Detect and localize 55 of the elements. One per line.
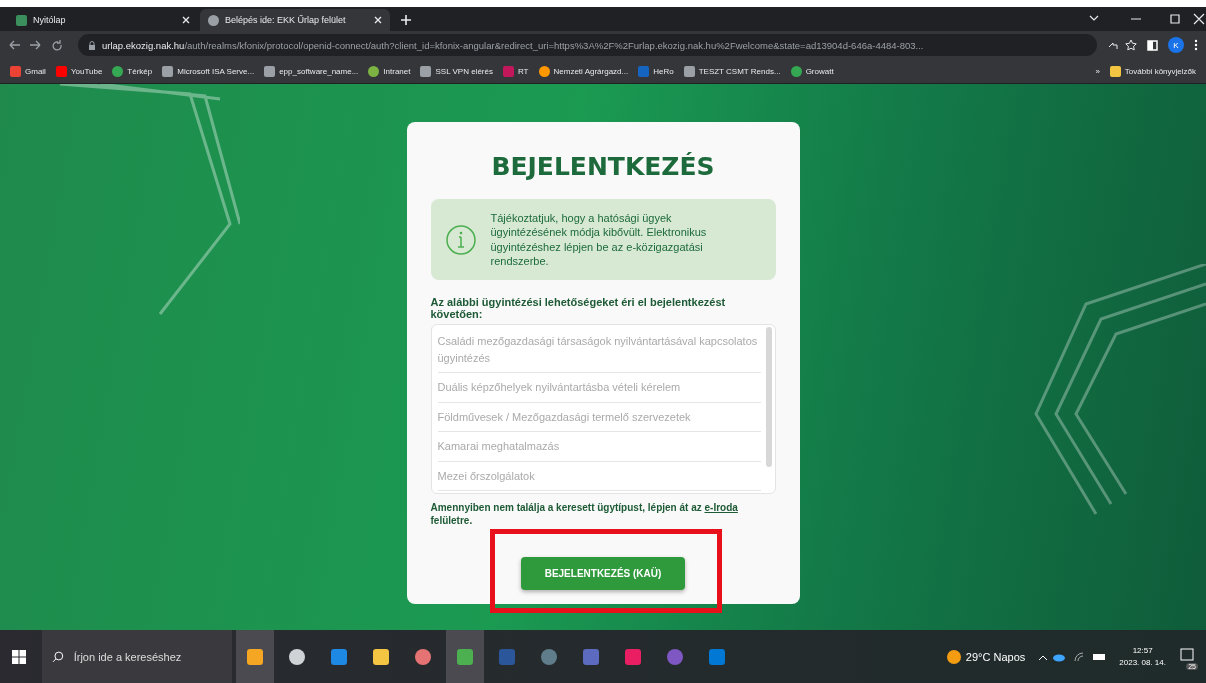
menu-icon[interactable]	[1194, 39, 1198, 51]
bookmark[interactable]: Intranet	[368, 65, 411, 77]
other-bookmarks[interactable]: További könyvjelzők	[1109, 65, 1196, 77]
redirect-text: Amennyiben nem találja a keresett ügytípust, lépjen át az e-Iroda felületre.	[430, 502, 739, 528]
clock-time: 12:57	[1132, 646, 1153, 655]
bookmark[interactable]: SSL VPN elérés	[420, 65, 493, 77]
clock-date: 2023. 08. 14.	[1119, 658, 1166, 667]
bookmark[interactable]: epp_software_name...	[264, 65, 359, 77]
weather-text: 29°C Napos	[965, 650, 1026, 663]
search-icon	[52, 650, 64, 663]
bookmark[interactable]: TESZT CSMT Rends...	[683, 65, 781, 77]
bookmark[interactable]: Nemzeti Agrárgazd...	[538, 65, 629, 77]
browser-tab[interactable]: Nyitólap	[8, 9, 198, 31]
bookmark[interactable]: Microsoft ISA Serve...	[162, 65, 255, 77]
login-button[interactable]: BEJELENTKEZÉS (KAÜ)	[520, 557, 686, 591]
bookmark-icon	[538, 65, 550, 77]
bookmark[interactable]: Térkép	[112, 65, 153, 77]
bookmark-icon	[420, 65, 432, 77]
bookmark-icon	[55, 65, 67, 77]
bookmark-icon	[503, 65, 514, 77]
search-field[interactable]: Írjon ide a kereséshez	[71, 649, 222, 664]
bookmark[interactable]: HeRo	[638, 65, 674, 77]
e-iroda-link[interactable]: e-Iroda	[704, 502, 738, 514]
site-logo-icon	[16, 14, 27, 26]
address-bar[interactable]: urlap.ekozig.nak.hu/auth/realms/kfonix/protocol/openid-connect/auth?client_id=kfonix-angular&redirect_uri=https%3A%2F%2Furlap.ekozig.nak.hu%2Fwelcome&state=ad13904d-646a-4484-803...	[78, 34, 1097, 56]
services-label: Az alábbi ügyintézési lehetőségeket éri el bejelentkezést követően:	[430, 296, 727, 321]
more-bookmarks[interactable]: »	[1095, 66, 1100, 76]
bookmark[interactable]: Growatt	[790, 65, 834, 77]
bookmark-icon	[638, 65, 650, 77]
scrollbar-thumb[interactable]	[765, 327, 772, 468]
login-title: BEJELENTKEZÉS	[490, 152, 716, 181]
info-icon	[444, 223, 477, 256]
bookmark-icon	[112, 65, 124, 77]
bookmark-icon	[162, 65, 174, 77]
close-icon[interactable]	[374, 16, 382, 24]
sun-icon	[945, 648, 962, 665]
profile-avatar[interactable]: K	[1168, 37, 1184, 53]
bookmark-icon	[368, 65, 380, 77]
bookmark-icon	[683, 65, 695, 77]
lock-icon	[88, 40, 96, 50]
system-tray-icons[interactable]	[1037, 650, 1108, 663]
bookmark[interactable]: Gmail	[10, 65, 46, 77]
bookmark[interactable]: RT	[503, 65, 529, 77]
new-tab-icon[interactable]	[400, 14, 412, 26]
info-text: Tájékoztatjuk, hogy a hatósági ügyek ügyintézésének módja kibővült. Elektronikus ügyintézéshez lépjen be az e-közigazgatási rendszerbe.	[490, 211, 708, 269]
globe-icon	[208, 14, 219, 26]
bookmark-icon	[264, 65, 276, 77]
close-icon[interactable]	[182, 16, 190, 24]
bookmark-icon	[790, 65, 802, 77]
folder-icon	[1109, 65, 1121, 77]
app-icon[interactable]	[236, 630, 274, 683]
browser-tab[interactable]: Belépés ide: EKK Űrlap felület	[200, 9, 390, 31]
bookmark-icon	[10, 65, 21, 77]
bookmark[interactable]: YouTube	[55, 65, 103, 77]
side-panel-icon[interactable]	[1147, 39, 1158, 51]
